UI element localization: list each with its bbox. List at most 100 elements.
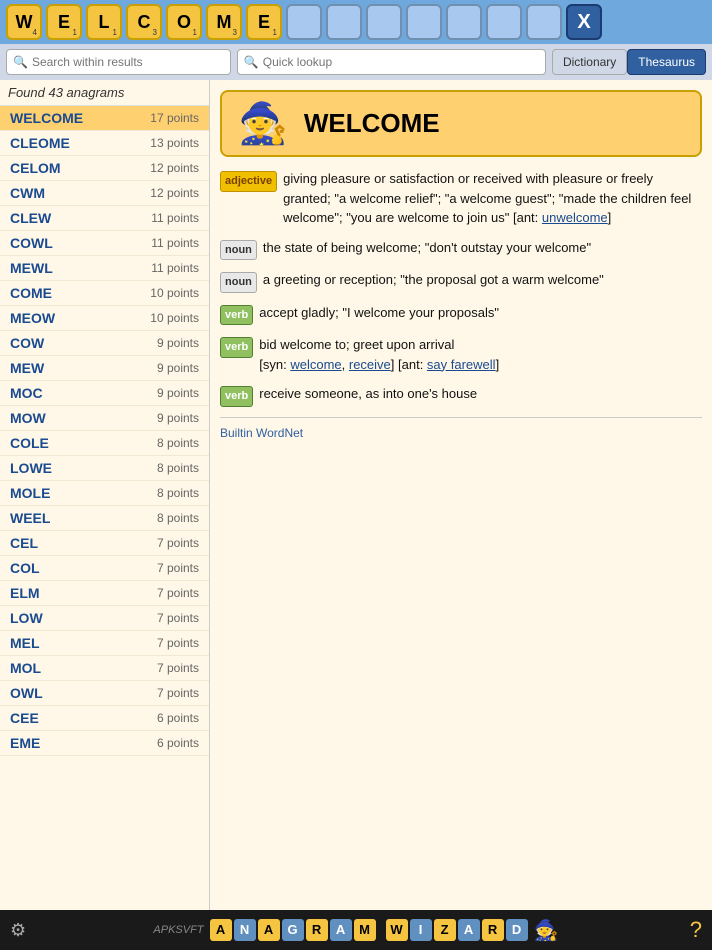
search-within-results-wrap[interactable]: 🔍 [6, 49, 231, 75]
dictionary-tab[interactable]: Dictionary [552, 49, 627, 75]
logo-letter: N [234, 919, 256, 941]
ant-link-say-farewell[interactable]: say farewell [427, 357, 496, 372]
word-points: 11 points [151, 261, 199, 275]
right-panel: 🧙 WELCOME adjective giving pleasure or s… [210, 80, 712, 910]
word-points: 9 points [157, 411, 199, 425]
word-points: 9 points [157, 361, 199, 375]
words-list: WELCOME 17 pointsCLEOME 13 pointsCELOM 1… [0, 106, 209, 756]
top-tile-bar: W4E1L1C3O1M3E1X [0, 0, 712, 44]
help-icon[interactable]: ? [690, 917, 702, 943]
word-text: MOL [10, 660, 41, 676]
definition-5: verb bid welcome to; greet upon arrival … [220, 335, 702, 374]
tile-empty[interactable] [326, 4, 362, 40]
word-list-item[interactable]: COWL 11 points [0, 231, 209, 256]
word-text: CLEOME [10, 135, 70, 151]
def-text-3: a greeting or reception; "the proposal g… [263, 270, 702, 290]
gear-icon[interactable]: ⚙ [10, 920, 26, 941]
word-list-item[interactable]: LOWE 8 points [0, 456, 209, 481]
def-divider [220, 417, 702, 418]
word-points: 8 points [157, 461, 199, 475]
tile-L[interactable]: L1 [86, 4, 122, 40]
logo-space [378, 919, 384, 941]
tile-empty[interactable] [526, 4, 562, 40]
word-text: WELCOME [10, 110, 83, 126]
tile-W[interactable]: W4 [6, 4, 42, 40]
word-points: 11 points [151, 236, 199, 250]
word-points: 7 points [157, 661, 199, 675]
word-list-item[interactable]: MOW 9 points [0, 406, 209, 431]
tile-empty[interactable] [446, 4, 482, 40]
word-list-item[interactable]: CLEW 11 points [0, 206, 209, 231]
word-text: CLEW [10, 210, 51, 226]
word-list-item[interactable]: CWM 12 points [0, 181, 209, 206]
tile-empty[interactable] [366, 4, 402, 40]
word-points: 8 points [157, 511, 199, 525]
word-text: MOC [10, 385, 43, 401]
def-text-4: accept gladly; "I welcome your proposals… [259, 303, 702, 323]
thesaurus-tab[interactable]: Thesaurus [627, 49, 706, 75]
word-list-item[interactable]: MEL 7 points [0, 631, 209, 656]
word-text: MEW [10, 360, 44, 376]
word-list-item[interactable]: MOLE 8 points [0, 481, 209, 506]
word-list-item[interactable]: COW 9 points [0, 331, 209, 356]
word-list-item[interactable]: WEEL 8 points [0, 506, 209, 531]
word-points: 7 points [157, 536, 199, 550]
word-list-item[interactable]: CEE 6 points [0, 706, 209, 731]
word-points: 6 points [157, 736, 199, 750]
word-list-item[interactable]: COLE 8 points [0, 431, 209, 456]
tile-O[interactable]: O1 [166, 4, 202, 40]
search-within-results-input[interactable] [32, 55, 224, 69]
definition-2: noun the state of being welcome; "don't … [220, 238, 702, 261]
word-list-item[interactable]: CLEOME 13 points [0, 131, 209, 156]
anagram-wizard-logo: APKSVFT ANAGRAMWIZARD 🧙 [153, 918, 562, 943]
word-list-item[interactable]: EME 6 points [0, 731, 209, 756]
word-text: MEL [10, 635, 40, 651]
quick-lookup-wrap[interactable]: 🔍 [237, 49, 546, 75]
word-text: MEOW [10, 310, 55, 326]
quick-lookup-input[interactable] [263, 55, 539, 69]
ant-link-unwelcome[interactable]: unwelcome [542, 210, 608, 225]
tile-E[interactable]: E1 [46, 4, 82, 40]
word-list-item[interactable]: ELM 7 points [0, 581, 209, 606]
word-points: 11 points [151, 211, 199, 225]
word-points: 17 points [150, 111, 199, 125]
tile-C[interactable]: C3 [126, 4, 162, 40]
tile-empty[interactable] [486, 4, 522, 40]
word-list-item[interactable]: WELCOME 17 points [0, 106, 209, 131]
word-list-item[interactable]: MOL 7 points [0, 656, 209, 681]
word-list-item[interactable]: MEWL 11 points [0, 256, 209, 281]
word-points: 7 points [157, 561, 199, 575]
word-list-item[interactable]: MOC 9 points [0, 381, 209, 406]
tile-empty[interactable] [286, 4, 322, 40]
word-text: WEEL [10, 510, 50, 526]
tile-X[interactable]: X [566, 4, 602, 40]
wizard-small-icon: 🧙 [534, 918, 559, 943]
tile-empty[interactable] [406, 4, 442, 40]
word-list-item[interactable]: OWL 7 points [0, 681, 209, 706]
tile-M[interactable]: M3 [206, 4, 242, 40]
tile-E[interactable]: E1 [246, 4, 282, 40]
bottom-bar: ⚙ APKSVFT ANAGRAMWIZARD 🧙 ? [0, 910, 712, 950]
word-list-item[interactable]: CEL 7 points [0, 531, 209, 556]
definition-3: noun a greeting or reception; "the propo… [220, 270, 702, 293]
word-text: EME [10, 735, 40, 751]
word-points: 7 points [157, 686, 199, 700]
word-text: MOW [10, 410, 46, 426]
word-list-item[interactable]: CELOM 12 points [0, 156, 209, 181]
word-list-item[interactable]: MEW 9 points [0, 356, 209, 381]
pos-badge-verb-3: verb [220, 386, 253, 407]
dictionary-header: 🧙 WELCOME [220, 90, 702, 157]
word-list-item[interactable]: COME 10 points [0, 281, 209, 306]
builtin-label: Builtin WordNet [220, 426, 702, 440]
word-text: OWL [10, 685, 43, 701]
word-list-item[interactable]: MEOW 10 points [0, 306, 209, 331]
word-list-item[interactable]: COL 7 points [0, 556, 209, 581]
logo-letter: A [210, 919, 232, 941]
syn-link-receive[interactable]: receive [349, 357, 391, 372]
logo-letter: R [482, 919, 504, 941]
syn-link-welcome[interactable]: welcome [290, 357, 341, 372]
word-list-item[interactable]: LOW 7 points [0, 606, 209, 631]
found-label: Found 43 anagrams [0, 80, 209, 106]
word-points: 6 points [157, 711, 199, 725]
word-points: 12 points [150, 186, 199, 200]
